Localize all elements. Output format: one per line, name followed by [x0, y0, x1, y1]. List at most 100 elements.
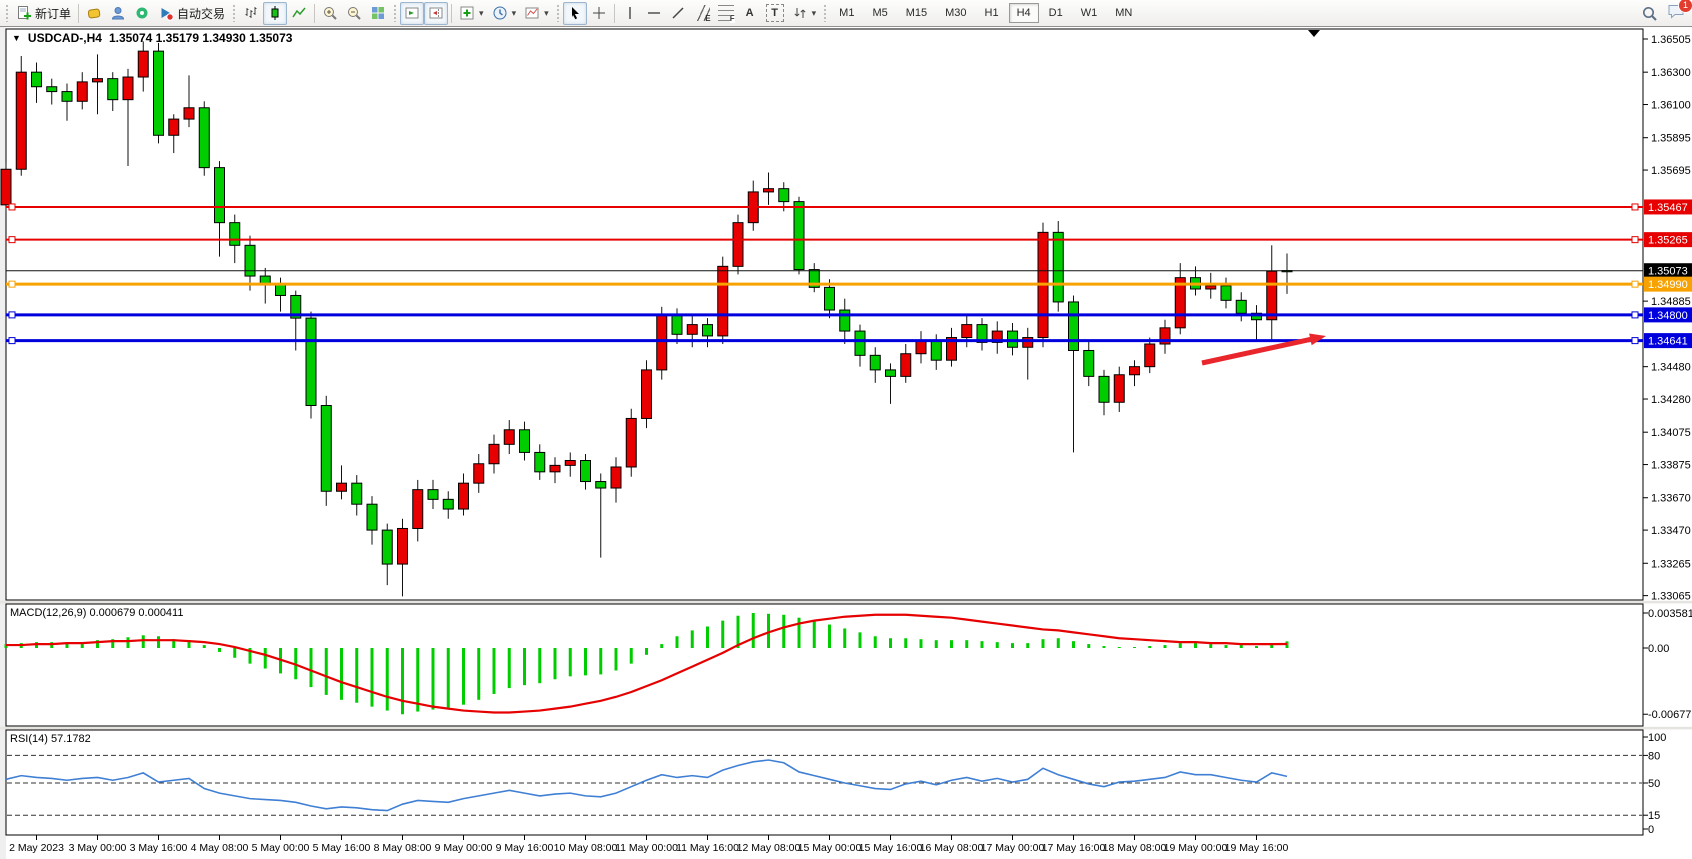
candle: [794, 197, 804, 275]
price-tag-label: 1.34800: [1648, 310, 1688, 322]
timeframe-toolbar: M1M5M15M30H1H4D1W1MN: [830, 3, 1141, 23]
timeframe-button-h4[interactable]: H4: [1009, 3, 1039, 23]
panel-splitter[interactable]: [0, 727, 1692, 730]
timeframe-button-m5[interactable]: M5: [864, 3, 895, 23]
time-axis-label: 11 May 00:00: [615, 842, 678, 854]
crosshair-button[interactable]: [587, 2, 611, 25]
chevron-down-icon[interactable]: ▾: [512, 8, 517, 19]
toolbar-grip[interactable]: [556, 4, 560, 22]
price-tag-label: 1.34641: [1648, 336, 1688, 348]
search-icon[interactable]: [1641, 5, 1659, 23]
fibonacci-button[interactable]: F: [714, 2, 738, 25]
line-chart-button[interactable]: [287, 2, 311, 25]
time-axis-label: 11 May 16:00: [676, 842, 739, 854]
macd-tick-label: -0.006775: [1648, 709, 1692, 721]
chat-button[interactable]: 1: [1667, 3, 1686, 25]
bar-chart-button[interactable]: [239, 2, 263, 25]
toolbar-grip[interactable]: [232, 4, 236, 22]
rsi-tick-label: 80: [1648, 750, 1660, 762]
equidistant-channel-button[interactable]: E: [690, 2, 714, 25]
line-handle[interactable]: [1632, 312, 1638, 318]
chart-shift-button[interactable]: [424, 2, 448, 25]
line-handle[interactable]: [9, 281, 15, 287]
timeframe-button-m1[interactable]: M1: [831, 3, 862, 23]
line-handle[interactable]: [9, 204, 15, 210]
price-tick-label: 1.35895: [1651, 133, 1691, 145]
time-axis-label: 18 May 08:00: [1103, 842, 1167, 854]
panel-splitter[interactable]: [0, 601, 1692, 604]
shapes-button[interactable]: ▾: [788, 2, 821, 25]
time-axis-label: 8 May 08:00: [374, 842, 432, 854]
price-tick-label: 1.34480: [1651, 362, 1691, 374]
toolbar-grip[interactable]: [5, 4, 9, 22]
fibonacci-icon: F: [718, 5, 734, 21]
new-order-icon: [16, 5, 32, 21]
candle: [718, 257, 728, 344]
chart-shift-icon: [428, 5, 444, 21]
auto-trading-button[interactable]: 自动交易: [154, 2, 229, 25]
indicators-button[interactable]: ▾: [455, 2, 488, 25]
periods-button[interactable]: ▾: [488, 2, 521, 25]
templates-button[interactable]: ▾: [520, 2, 553, 25]
text-button[interactable]: A: [738, 2, 762, 25]
time-axis-label: 2 May 2023: [9, 842, 64, 854]
brush-button[interactable]: [82, 2, 106, 25]
macd-tick-label: 0.003581: [1648, 608, 1692, 620]
candle: [642, 360, 652, 428]
candle: [306, 312, 316, 419]
label-icon: T: [766, 4, 784, 22]
chevron-down-icon[interactable]: ▾: [479, 8, 484, 19]
toolbar-grip[interactable]: [393, 4, 397, 22]
candle: [199, 101, 209, 175]
timeframe-button-m15[interactable]: M15: [898, 3, 935, 23]
chevron-down-icon[interactable]: ▾: [812, 8, 817, 19]
trendline-button[interactable]: [666, 2, 690, 25]
line-handle[interactable]: [1632, 204, 1638, 210]
line-handle[interactable]: [9, 338, 15, 344]
new-order-button[interactable]: 新订单: [12, 2, 75, 25]
main-toolbar: 新订单 自动交易 ▾ ▾: [0, 0, 1692, 27]
toolbar-grip[interactable]: [823, 4, 827, 22]
price-tick-label: 1.34280: [1651, 394, 1691, 406]
line-handle[interactable]: [9, 237, 15, 243]
timeframe-button-h1[interactable]: H1: [977, 3, 1007, 23]
auto-scroll-button[interactable]: [400, 2, 424, 25]
price-tick-label: 1.34075: [1651, 427, 1691, 439]
ohlc-values: 1.35074 1.35179 1.34930 1.35073: [109, 31, 293, 45]
zoom-in-button[interactable]: [318, 2, 342, 25]
timeframe-button-w1[interactable]: W1: [1073, 3, 1106, 23]
macd-tick-label: 0.00: [1648, 643, 1669, 655]
zoom-out-button[interactable]: [342, 2, 366, 25]
price-tick-label: 1.33470: [1651, 525, 1691, 537]
bar-chart-icon: [243, 5, 259, 21]
periods-icon: [492, 5, 508, 21]
line-handle[interactable]: [9, 312, 15, 318]
community-icon: [110, 5, 126, 21]
tile-windows-button[interactable]: [366, 2, 390, 25]
time-axis-label: 9 May 00:00: [435, 842, 493, 854]
price-tick-label: 1.34885: [1651, 296, 1691, 308]
time-axis-label: 15 May 16:00: [859, 842, 923, 854]
signal-button[interactable]: [130, 2, 154, 25]
chevron-down-icon[interactable]: ▾: [544, 8, 549, 19]
text-label-button[interactable]: T: [762, 2, 788, 25]
horizontal-line-button[interactable]: [642, 2, 666, 25]
line-handle[interactable]: [1632, 281, 1638, 287]
timeframe-button-m30[interactable]: M30: [937, 3, 974, 23]
price-tick-label: 1.35695: [1651, 165, 1691, 177]
timeframe-button-mn[interactable]: MN: [1107, 3, 1140, 23]
line-handle[interactable]: [1632, 338, 1638, 344]
cursor-button[interactable]: [563, 2, 587, 25]
community-button[interactable]: [106, 2, 130, 25]
shapes-icon: [792, 5, 808, 21]
symbol-menu-icon[interactable]: ▼: [12, 33, 21, 43]
candle: [154, 43, 164, 143]
timeframe-button-d1[interactable]: D1: [1041, 3, 1071, 23]
candle: [626, 409, 636, 477]
vertical-line-button[interactable]: [618, 2, 642, 25]
line-handle[interactable]: [1632, 237, 1638, 243]
candle: [1053, 221, 1063, 312]
time-axis-label: 9 May 16:00: [496, 842, 554, 854]
candlestick-chart-button[interactable]: [263, 2, 287, 25]
time-axis-label: 5 May 00:00: [252, 842, 310, 854]
